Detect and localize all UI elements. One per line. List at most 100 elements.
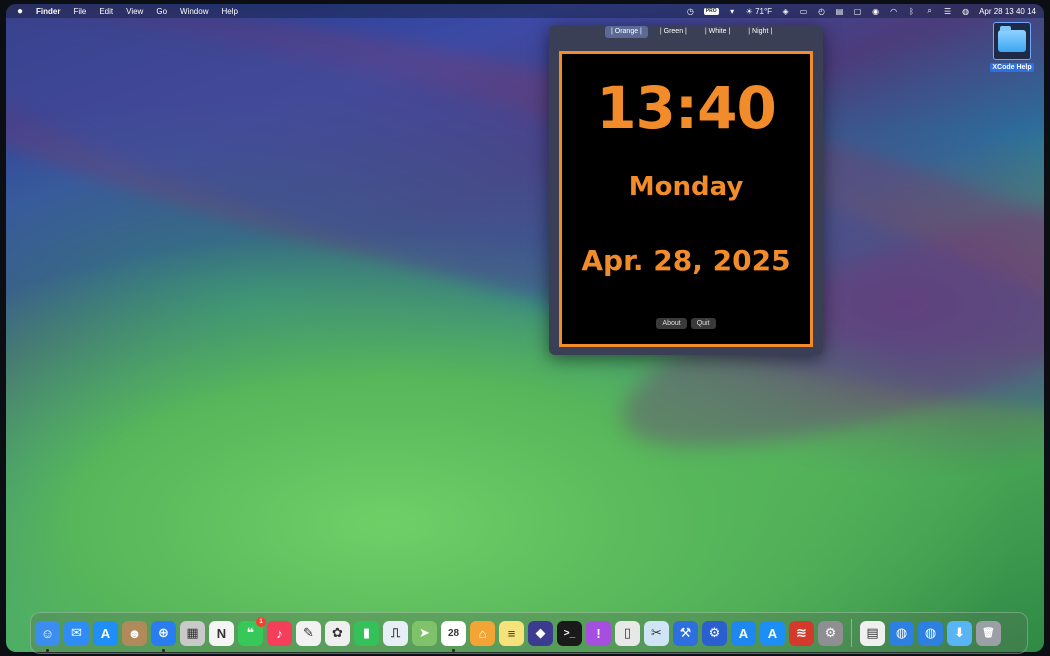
menu-file[interactable]: File bbox=[73, 7, 86, 16]
dock-document-icon[interactable]: ▤ bbox=[860, 620, 885, 646]
dock-system-settings-icon[interactable]: ⚙ bbox=[818, 620, 843, 646]
dock-glyph: A bbox=[100, 625, 111, 641]
dock-mail-icon[interactable]: ✉ bbox=[64, 620, 89, 646]
menu-help[interactable]: Help bbox=[221, 7, 237, 16]
siri-icon[interactable]: ◍ bbox=[961, 7, 970, 16]
clock-face: 13:40 Monday Apr. 28, 2025 About Quit bbox=[559, 51, 813, 347]
dock: ☺ ✉ A ☻ ⊕ ▦ N ❝ 1 ♪ ✎ ✿ ▮ ⎍ ➤ 28 ⌂ ≡ ◆ >_! ▯ ✂ ⚒ ⚙ A A ≋ ⚙ ▤ ◍ ◍ ⬇ 🗑 bbox=[30, 612, 1028, 654]
notification-badge: 1 bbox=[256, 616, 266, 627]
dock-unknown-red-app-icon[interactable]: ≋ bbox=[789, 620, 814, 646]
tab-green[interactable]: | Green | bbox=[654, 26, 693, 38]
dock-glyph: 🗑 bbox=[982, 627, 995, 639]
clock-date: Apr. 28, 2025 bbox=[581, 244, 791, 277]
dock-glyph: ◍ bbox=[924, 625, 937, 640]
dock-trash-icon[interactable]: 🗑 bbox=[976, 620, 1001, 646]
dock-globe-1-icon[interactable]: ◍ bbox=[889, 620, 914, 646]
dock-glyph: >_ bbox=[563, 627, 576, 639]
layers-icon[interactable]: ◈ bbox=[781, 7, 790, 16]
dock-photos-icon[interactable]: ✿ bbox=[325, 620, 350, 646]
dock-feedback-icon[interactable]: ! bbox=[586, 620, 611, 646]
dock-glyph: ♪ bbox=[276, 625, 283, 641]
menu-app-name[interactable]: Finder bbox=[36, 7, 60, 16]
dock-terminal-icon[interactable]: >_ bbox=[557, 620, 582, 646]
dock-iphone-mirroring-icon[interactable]: ▯ bbox=[615, 620, 640, 646]
bluetooth-icon[interactable]: ᛒ bbox=[907, 7, 916, 16]
dock-glyph: ◆ bbox=[535, 625, 546, 640]
menu-go[interactable]: Go bbox=[156, 7, 167, 16]
dock-glyph: ✂ bbox=[651, 625, 662, 640]
clock-window: | Orange | | Green | | White | | Night |… bbox=[549, 25, 823, 355]
folder-icon bbox=[993, 22, 1031, 60]
dock-news-icon[interactable]: N bbox=[209, 620, 234, 646]
running-indicator bbox=[46, 648, 49, 652]
dock-xcode-icon[interactable]: ⚒ bbox=[673, 620, 698, 646]
dock-numbers-icon[interactable]: ▮ bbox=[354, 620, 379, 646]
time-machine-icon[interactable]: ◴ bbox=[817, 7, 826, 16]
dock-launchpad-icon[interactable]: ▦ bbox=[180, 620, 205, 646]
dock-shortcuts-icon[interactable]: ◆ bbox=[528, 620, 553, 646]
dock-glyph: 28 bbox=[447, 627, 460, 639]
wifi-icon[interactable]: ◠ bbox=[889, 7, 898, 16]
menu-edit[interactable]: Edit bbox=[99, 7, 113, 16]
menubar-datetime[interactable]: Apr 28 13 40 14 bbox=[979, 7, 1036, 16]
dock-maps-icon[interactable]: ➤ bbox=[412, 620, 437, 646]
menu-window[interactable]: Window bbox=[180, 7, 208, 16]
pro-badge[interactable]: PRO bbox=[703, 7, 719, 15]
dock-glyph: ➤ bbox=[419, 625, 430, 640]
dock-glyph: ▯ bbox=[623, 625, 632, 640]
dock-glyph: ❝ bbox=[246, 625, 255, 640]
screen-mirror-icon[interactable]: ▢ bbox=[853, 7, 862, 16]
running-indicator bbox=[452, 648, 455, 652]
control-center-icon[interactable]: ☰ bbox=[943, 7, 952, 16]
dock-contacts-icon[interactable]: ☻ bbox=[122, 620, 147, 646]
dock-glyph: A bbox=[767, 625, 778, 641]
tab-orange[interactable]: | Orange | bbox=[605, 26, 648, 38]
airplay-icon[interactable]: ◉ bbox=[871, 7, 880, 16]
dock-messages-icon[interactable]: ❝ 1 bbox=[238, 616, 266, 646]
dock-glyph: ⚒ bbox=[679, 625, 692, 640]
dock-glyph: ⌂ bbox=[478, 625, 487, 641]
clock-day: Monday bbox=[628, 172, 744, 202]
about-button[interactable]: About bbox=[656, 318, 687, 329]
dock-downloads-folder-icon[interactable]: ⬇ bbox=[947, 620, 972, 646]
running-indicator bbox=[162, 648, 165, 652]
clock-app-icon[interactable]: ◷ bbox=[686, 7, 695, 16]
grid-icon[interactable]: ▤ bbox=[835, 7, 844, 16]
dock-calendar-icon[interactable]: 28 bbox=[441, 620, 466, 652]
dock-glyph: ▮ bbox=[362, 625, 371, 640]
dock-keynote-icon[interactable]: ⎍ bbox=[383, 620, 408, 646]
dock-simulator-icon[interactable]: A bbox=[731, 620, 756, 646]
apple-menu-icon[interactable]: ● bbox=[14, 5, 26, 17]
dock-glyph: ☻ bbox=[127, 625, 142, 641]
dock-home-icon[interactable]: ⌂ bbox=[470, 620, 495, 646]
weather-status[interactable]: ☀ 71°F bbox=[746, 7, 772, 16]
dock-music-icon[interactable]: ♪ bbox=[267, 620, 292, 646]
menu-view[interactable]: View bbox=[126, 7, 143, 16]
dock-finder-icon[interactable]: ☺ bbox=[35, 620, 60, 652]
dock-glyph: A bbox=[738, 625, 749, 641]
dock-glyph: ✿ bbox=[332, 625, 343, 640]
menu-bar: ● Finder File Edit View Go Window Help ◷… bbox=[6, 4, 1044, 18]
dock-globe-2-icon[interactable]: ◍ bbox=[918, 620, 943, 646]
tab-night[interactable]: | Night | bbox=[742, 26, 778, 38]
dock-glyph: ✎ bbox=[303, 625, 314, 640]
tab-white[interactable]: | White | bbox=[699, 26, 736, 38]
desktop-folder-xcode-help[interactable]: XCode Help bbox=[990, 22, 1034, 72]
dock-safari-icon[interactable]: ⊕ bbox=[151, 620, 176, 652]
desktop-wallpaper bbox=[6, 4, 1044, 652]
dock-xcode-instruments-icon[interactable]: ⚙ bbox=[702, 620, 727, 646]
dock-glyph: ▤ bbox=[866, 625, 879, 640]
dock-freeform-icon[interactable]: ✎ bbox=[296, 620, 321, 646]
dock-glyph: ◍ bbox=[895, 625, 908, 640]
dock-app-store-2-icon[interactable]: A bbox=[760, 620, 785, 646]
display-icon[interactable]: ▭ bbox=[799, 7, 808, 16]
dock-glyph: ≡ bbox=[507, 625, 516, 641]
dock-xcode-preview-icon[interactable]: ✂ bbox=[644, 620, 669, 646]
dock-glyph: ⬇ bbox=[954, 625, 965, 640]
dock-app-store-icon[interactable]: A bbox=[93, 620, 118, 646]
dock-notes-icon[interactable]: ≡ bbox=[499, 620, 524, 646]
cup-icon[interactable]: ▾ bbox=[728, 7, 737, 16]
quit-button[interactable]: Quit bbox=[690, 318, 716, 329]
search-icon[interactable]: ⌕ bbox=[925, 6, 934, 16]
dock-glyph: N bbox=[216, 625, 227, 641]
